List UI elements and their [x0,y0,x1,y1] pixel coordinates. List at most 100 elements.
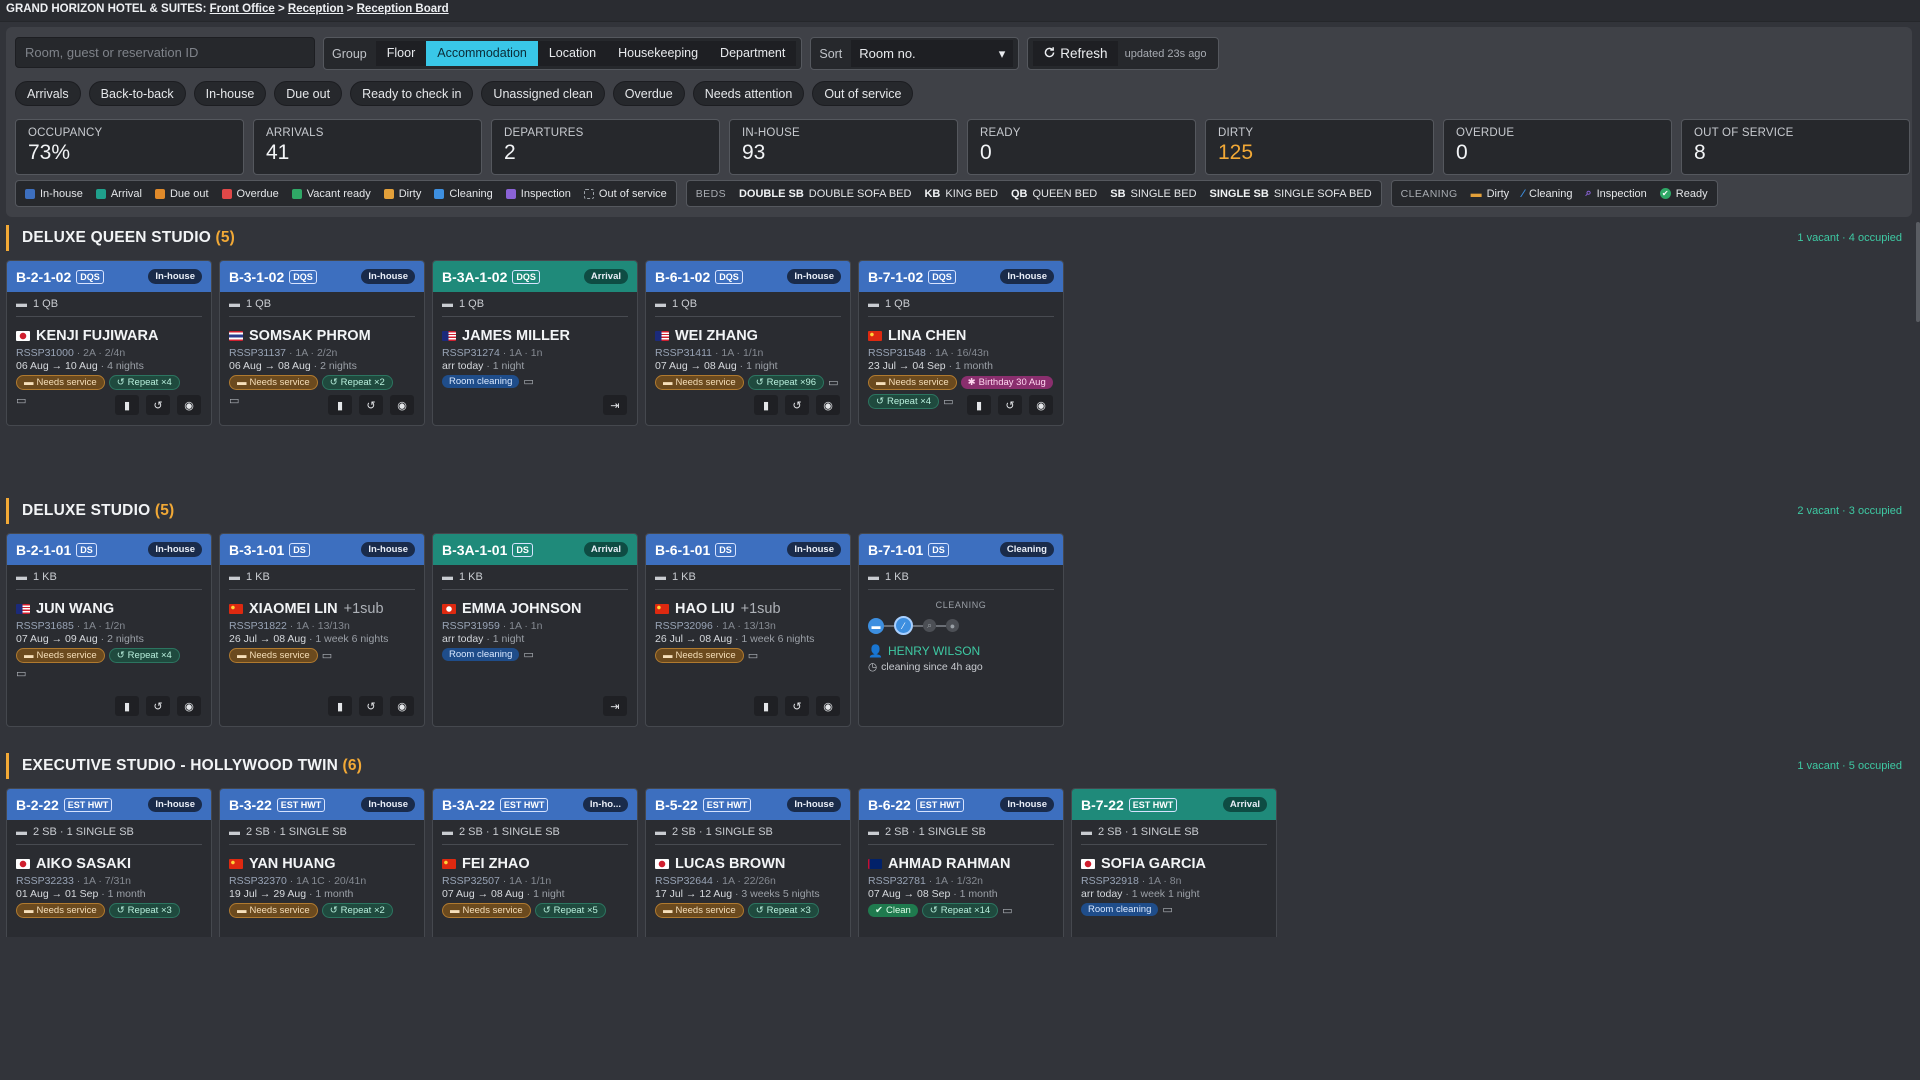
clipboard-icon-button[interactable]: ▮ [754,395,778,415]
group-option-housekeeping[interactable]: Housekeeping [607,41,710,66]
history-icon-button[interactable]: ↺ [146,696,170,716]
history-icon-button[interactable]: ↺ [359,696,383,716]
history-icon-button[interactable]: ↺ [785,395,809,415]
guest-name[interactable]: FEI ZHAO [442,856,628,872]
room-card[interactable]: B-3A-22 EST HWT In-ho... ▬ 2 SB · 1 SINGLE S… [432,788,638,948]
reservation-id[interactable]: RSSP32781 [868,875,929,887]
filter-chip-ready-to-check-in[interactable]: Ready to check in [350,81,474,106]
room-card[interactable]: B-6-22 EST HWT In-house ▬ 2 SB · 1 SINGLE SB… [858,788,1064,948]
filter-chip-out-of-service[interactable]: Out of service [812,81,914,106]
room-card[interactable]: B-7-1-01 DS Cleaning ▬ 1 KB CLEANING ▬ ⁄ ⌕ ● 👤 HENR… [858,533,1064,727]
comment-icon[interactable]: ▭ [523,648,533,661]
room-card[interactable]: B-5-22 EST HWT In-house ▬ 2 SB · 1 SINGLE SB… [645,788,851,948]
guest-name[interactable]: AHMAD RAHMAN [868,856,1054,872]
clipboard-icon-button[interactable]: ▮ [328,395,352,415]
comment-icon[interactable]: ▭ [1162,903,1172,916]
filter-chip-due-out[interactable]: Due out [274,81,343,106]
scrollbar[interactable] [1916,222,1920,322]
group-option-accommodation[interactable]: Accommodation [426,41,538,66]
check-in-icon-button[interactable]: ⇥ [603,696,627,716]
eye-icon-button[interactable]: ◉ [816,395,840,415]
filter-chip-arrivals[interactable]: Arrivals [15,81,81,106]
comment-icon[interactable]: ▭ [943,395,953,408]
breadcrumb-front-office[interactable]: Front Office [210,3,275,15]
clipboard-icon-button[interactable]: ▮ [115,395,139,415]
room-card[interactable]: B-3A-1-02 DQS Arrival ▬ 1 QB JAMES MILLER RSSP… [432,260,638,426]
eye-icon-button[interactable]: ◉ [177,696,201,716]
comment-icon[interactable]: ▭ [828,376,838,389]
guest-name[interactable]: JAMES MILLER [442,328,628,344]
eye-icon-button[interactable]: ◉ [816,696,840,716]
guest-name[interactable]: JUN WANG [16,601,202,617]
breadcrumb-reception[interactable]: Reception [288,3,344,15]
room-card[interactable]: B-3-1-02 DQS In-house ▬ 1 QB SOMSAK PHROM RSSP… [219,260,425,426]
filter-chip-unassigned-clean[interactable]: Unassigned clean [481,81,605,106]
reservation-id[interactable]: RSSP32096 [655,620,716,632]
check-in-icon-button[interactable]: ⇥ [603,395,627,415]
breadcrumb-reception-board[interactable]: Reception Board [357,3,449,15]
reservation-id[interactable]: RSSP32370 [229,875,290,887]
guest-name[interactable]: LINA CHEN [868,328,1054,344]
filter-chip-back-to-back[interactable]: Back-to-back [88,81,186,106]
filter-chip-in-house[interactable]: In-house [193,81,267,106]
clipboard-icon-button[interactable]: ▮ [754,696,778,716]
guest-name[interactable]: XIAOMEI LIN +1sub [229,601,415,617]
clipboard-icon-button[interactable]: ▮ [115,696,139,716]
room-card[interactable]: B-6-1-02 DQS In-house ▬ 1 QB WEI ZHANG RSSP314… [645,260,851,426]
guest-name[interactable]: AIKO SASAKI [16,856,202,872]
room-card[interactable]: B-2-22 EST HWT In-house ▬ 2 SB · 1 SINGLE SB… [6,788,212,948]
room-card[interactable]: B-3-22 EST HWT In-house ▬ 2 SB · 1 SINGLE SB… [219,788,425,948]
guest-name[interactable]: WEI ZHANG [655,328,841,344]
guest-name[interactable]: HAO LIU +1sub [655,601,841,617]
reservation-id[interactable]: RSSP31137 [229,347,289,359]
filter-chip-needs-attention[interactable]: Needs attention [692,81,805,106]
history-icon-button[interactable]: ↺ [359,395,383,415]
comment-icon[interactable]: ▭ [1002,904,1012,917]
reservation-id[interactable]: RSSP31548 [868,347,929,359]
comment-icon[interactable]: ▭ [16,667,26,680]
room-card[interactable]: B-7-22 EST HWT Arrival ▬ 2 SB · 1 SINGLE SB S… [1071,788,1277,948]
eye-icon-button[interactable]: ◉ [390,395,414,415]
room-card[interactable]: B-6-1-01 DS In-house ▬ 1 KB HAO LIU +1sub RSSP3… [645,533,851,727]
group-option-location[interactable]: Location [537,41,608,66]
guest-name[interactable]: SOFIA GARCIA [1081,856,1267,872]
room-card[interactable]: B-3-1-01 DS In-house ▬ 1 KB XIAOMEI LIN +1sub R… [219,533,425,727]
clipboard-icon-button[interactable]: ▮ [967,395,991,415]
guest-name[interactable]: KENJI FUJIWARA [16,328,202,344]
reservation-id[interactable]: RSSP31411 [655,347,715,359]
reservation-id[interactable]: RSSP32918 [1081,875,1142,887]
filter-chip-overdue[interactable]: Overdue [612,81,685,106]
guest-name[interactable]: LUCAS BROWN [655,856,841,872]
eye-icon-button[interactable]: ◉ [177,395,201,415]
sort-dropdown[interactable]: Room no. ▾ [851,40,1014,67]
cleaner-name[interactable]: 👤 HENRY WILSON [868,644,1054,658]
reservation-id[interactable]: RSSP31274 [442,347,503,359]
room-card[interactable]: B-3A-1-01 DS Arrival ▬ 1 KB EMMA JOHNSON RSSP3… [432,533,638,727]
comment-icon[interactable]: ▭ [229,394,239,407]
eye-icon-button[interactable]: ◉ [390,696,414,716]
guest-name[interactable]: SOMSAK PHROM [229,328,415,344]
room-card[interactable]: B-2-1-02 DQS In-house ▬ 1 QB KENJI FUJIWARA RS… [6,260,212,426]
eye-icon-button[interactable]: ◉ [1029,395,1053,415]
history-icon-button[interactable]: ↺ [146,395,170,415]
group-option-floor[interactable]: Floor [375,41,427,66]
room-card[interactable]: B-2-1-01 DS In-house ▬ 1 KB JUN WANG RSSP31685… [6,533,212,727]
reservation-id[interactable]: RSSP31685 [16,620,77,632]
group-option-department[interactable]: Department [709,41,797,66]
refresh-button[interactable]: Refresh [1033,41,1118,66]
reservation-id[interactable]: RSSP31959 [442,620,503,632]
reservation-id[interactable]: RSSP31000 [16,347,77,359]
comment-icon[interactable]: ▭ [523,375,533,388]
guest-name[interactable]: YAN HUANG [229,856,415,872]
reservation-id[interactable]: RSSP31822 [229,620,290,632]
history-icon-button[interactable]: ↺ [785,696,809,716]
history-icon-button[interactable]: ↺ [998,395,1022,415]
reservation-id[interactable]: RSSP32507 [442,875,503,887]
search-input[interactable] [15,37,315,68]
comment-icon[interactable]: ▭ [16,394,26,407]
reservation-id[interactable]: RSSP32644 [655,875,716,887]
comment-icon[interactable]: ▭ [322,649,332,662]
reservation-id[interactable]: RSSP32233 [16,875,77,887]
clipboard-icon-button[interactable]: ▮ [328,696,352,716]
guest-name[interactable]: EMMA JOHNSON [442,601,628,617]
